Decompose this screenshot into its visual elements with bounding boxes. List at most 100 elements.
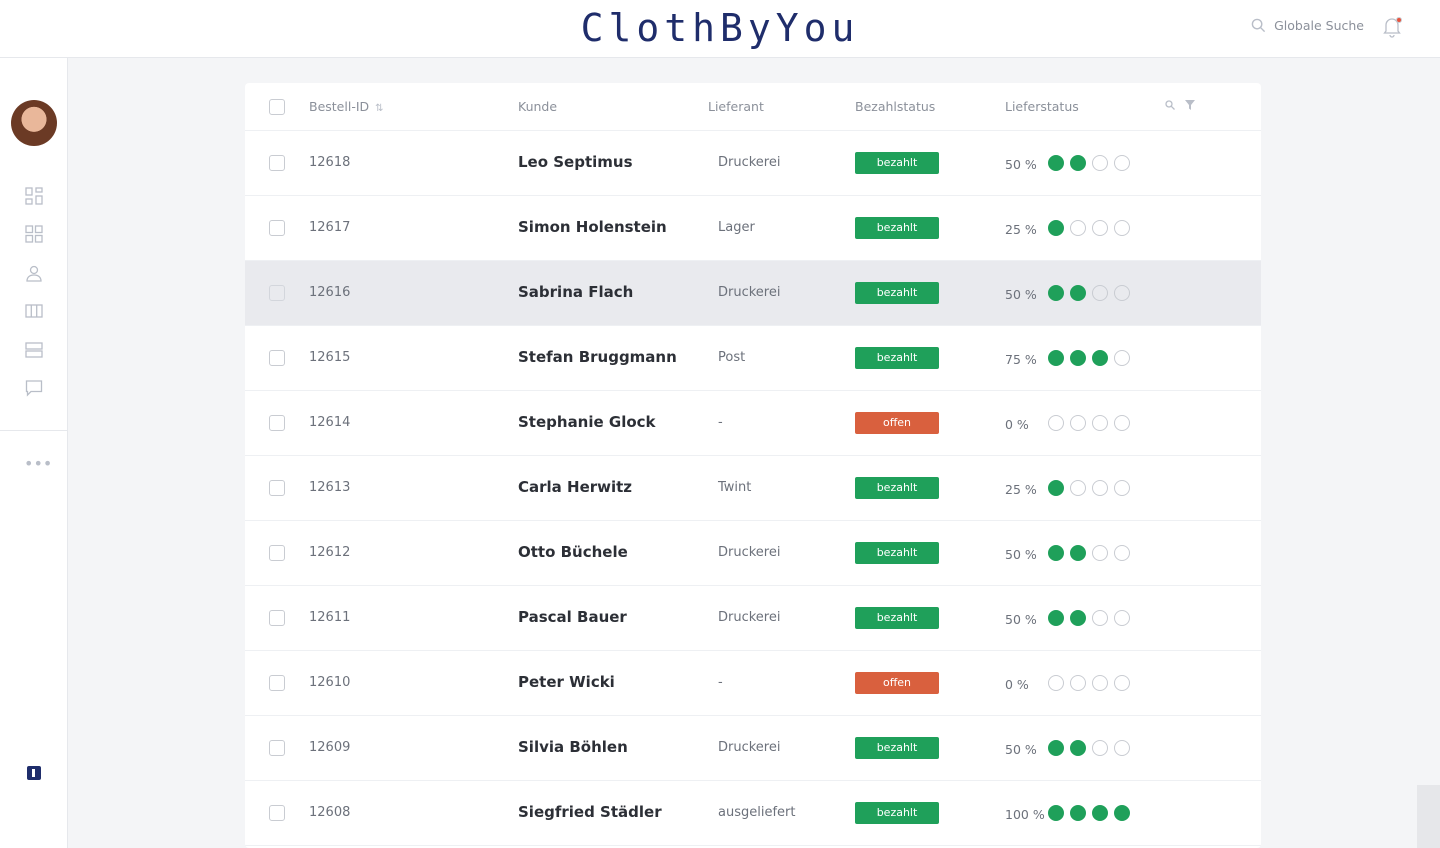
more-options-icon[interactable]: ••• bbox=[24, 454, 52, 474]
columns-icon[interactable] bbox=[24, 301, 44, 321]
delivery-step-dot bbox=[1048, 415, 1064, 431]
table-row[interactable]: 12611 Pascal Bauer Druckerei bezahlt 50 % bbox=[245, 586, 1261, 651]
column-header-delivery[interactable]: Lieferstatus bbox=[1005, 99, 1079, 114]
customer-name[interactable]: Pascal Bauer bbox=[518, 608, 627, 626]
column-header-payment[interactable]: Bezahlstatus bbox=[855, 99, 935, 114]
delivery-step-dot bbox=[1092, 675, 1108, 691]
table-row[interactable]: 12616 Sabrina Flach Druckerei bezahlt 50 % bbox=[245, 261, 1261, 326]
delivery-percent: 50 % bbox=[1005, 547, 1037, 562]
delivery-step-dot bbox=[1092, 220, 1108, 236]
table-row[interactable]: 12618 Leo Septimus Druckerei bezahlt 50 % bbox=[245, 131, 1261, 196]
row-checkbox[interactable] bbox=[269, 740, 285, 756]
table-row[interactable]: 12613 Carla Herwitz Twint bezahlt 25 % bbox=[245, 456, 1261, 521]
table-row[interactable]: 12610 Peter Wicki - offen 0 % bbox=[245, 651, 1261, 716]
select-all-checkbox[interactable] bbox=[269, 99, 285, 115]
delivery-progress bbox=[1048, 415, 1130, 431]
delivery-step-dot bbox=[1070, 220, 1086, 236]
row-checkbox[interactable] bbox=[269, 350, 285, 366]
delivery-step-dot bbox=[1048, 805, 1064, 821]
table-row[interactable]: 12612 Otto Büchele Druckerei bezahlt 50 % bbox=[245, 521, 1261, 586]
scrollbar-thumb[interactable] bbox=[1417, 785, 1440, 848]
row-checkbox[interactable] bbox=[269, 155, 285, 171]
supplier: - bbox=[718, 415, 723, 430]
delivery-step-dot bbox=[1114, 220, 1130, 236]
column-header-customer[interactable]: Kunde bbox=[518, 99, 557, 114]
notifications-button[interactable] bbox=[1382, 16, 1402, 38]
user-icon[interactable] bbox=[24, 263, 44, 283]
customer-name[interactable]: Stefan Bruggmann bbox=[518, 348, 677, 366]
table-row[interactable]: 12608 Siegfried Städler ausgeliefert bezahl… bbox=[245, 781, 1261, 846]
order-id: 12610 bbox=[309, 675, 351, 690]
customer-name[interactable]: Silvia Böhlen bbox=[518, 738, 628, 756]
delivery-percent: 50 % bbox=[1005, 612, 1037, 627]
supplier: Druckerei bbox=[718, 610, 781, 625]
customer-name[interactable]: Leo Septimus bbox=[518, 153, 633, 171]
chat-icon[interactable] bbox=[24, 378, 44, 398]
table-header: Bestell-ID ⇅ Kunde Lieferant Bezahlstatus… bbox=[245, 83, 1261, 131]
customer-name[interactable]: Stephanie Glock bbox=[518, 413, 656, 431]
order-id: 12615 bbox=[309, 350, 351, 365]
customer-name[interactable]: Simon Holenstein bbox=[518, 218, 667, 236]
delivery-percent: 75 % bbox=[1005, 352, 1037, 367]
customer-name[interactable]: Sabrina Flach bbox=[518, 283, 633, 301]
search-icon bbox=[1251, 18, 1266, 33]
table-row[interactable]: 12617 Simon Holenstein Lager bezahlt 25 % bbox=[245, 196, 1261, 261]
table-row[interactable]: 12615 Stefan Bruggmann Post bezahlt 75 % bbox=[245, 326, 1261, 391]
delivery-step-dot bbox=[1048, 285, 1064, 301]
table-row[interactable]: 12614 Stephanie Glock - offen 0 % bbox=[245, 391, 1261, 456]
delivery-percent: 100 % bbox=[1005, 807, 1045, 822]
payment-status-badge: bezahlt bbox=[855, 217, 939, 239]
delivery-percent: 0 % bbox=[1005, 417, 1029, 432]
column-header-id[interactable]: Bestell-ID ⇅ bbox=[309, 99, 384, 114]
delivery-step-dot bbox=[1070, 545, 1086, 561]
row-checkbox[interactable] bbox=[269, 610, 285, 626]
supplier: Twint bbox=[718, 480, 752, 495]
delivery-step-dot bbox=[1092, 545, 1108, 561]
sort-icon[interactable]: ⇅ bbox=[375, 103, 383, 114]
delivery-percent: 25 % bbox=[1005, 482, 1037, 497]
user-avatar[interactable] bbox=[11, 100, 57, 146]
delivery-step-dot bbox=[1114, 415, 1130, 431]
customer-name[interactable]: Carla Herwitz bbox=[518, 478, 632, 496]
row-checkbox[interactable] bbox=[269, 805, 285, 821]
order-id: 12616 bbox=[309, 285, 351, 300]
delivery-step-dot bbox=[1092, 415, 1108, 431]
sidebar: ••• bbox=[0, 58, 68, 848]
delivery-percent: 25 % bbox=[1005, 222, 1037, 237]
delivery-step-dot bbox=[1070, 415, 1086, 431]
row-checkbox[interactable] bbox=[269, 415, 285, 431]
customer-name[interactable]: Otto Büchele bbox=[518, 543, 628, 561]
delivery-step-dot bbox=[1114, 805, 1130, 821]
sidebar-divider bbox=[0, 430, 68, 431]
delivery-step-dot bbox=[1114, 155, 1130, 171]
top-bar: ClothByYou Globale Suche bbox=[0, 0, 1440, 58]
delivery-step-dot bbox=[1114, 545, 1130, 561]
row-checkbox[interactable] bbox=[269, 285, 285, 301]
row-checkbox[interactable] bbox=[269, 545, 285, 561]
column-search-icon[interactable] bbox=[1165, 100, 1175, 110]
global-search[interactable]: Globale Suche bbox=[1251, 18, 1364, 33]
delivery-step-dot bbox=[1070, 155, 1086, 171]
payment-status-badge: bezahlt bbox=[855, 152, 939, 174]
rows-icon[interactable] bbox=[24, 340, 44, 360]
table-row[interactable]: 12609 Silvia Böhlen Druckerei bezahlt 50 % bbox=[245, 716, 1261, 781]
supplier: Druckerei bbox=[718, 740, 781, 755]
dashboard-icon[interactable] bbox=[24, 186, 44, 206]
delivery-step-dot bbox=[1092, 155, 1108, 171]
delivery-step-dot bbox=[1092, 740, 1108, 756]
delivery-progress bbox=[1048, 155, 1130, 171]
customer-name[interactable]: Siegfried Städler bbox=[518, 803, 662, 821]
row-checkbox[interactable] bbox=[269, 675, 285, 691]
app-badge-icon[interactable] bbox=[27, 766, 41, 780]
apps-icon[interactable] bbox=[24, 224, 44, 244]
row-checkbox[interactable] bbox=[269, 220, 285, 236]
delivery-percent: 50 % bbox=[1005, 157, 1037, 172]
delivery-step-dot bbox=[1070, 480, 1086, 496]
supplier: Post bbox=[718, 350, 746, 365]
row-checkbox[interactable] bbox=[269, 480, 285, 496]
delivery-step-dot bbox=[1048, 155, 1064, 171]
delivery-step-dot bbox=[1114, 480, 1130, 496]
column-header-supplier[interactable]: Lieferant bbox=[708, 99, 764, 114]
customer-name[interactable]: Peter Wicki bbox=[518, 673, 615, 691]
filter-icon[interactable] bbox=[1185, 100, 1195, 110]
